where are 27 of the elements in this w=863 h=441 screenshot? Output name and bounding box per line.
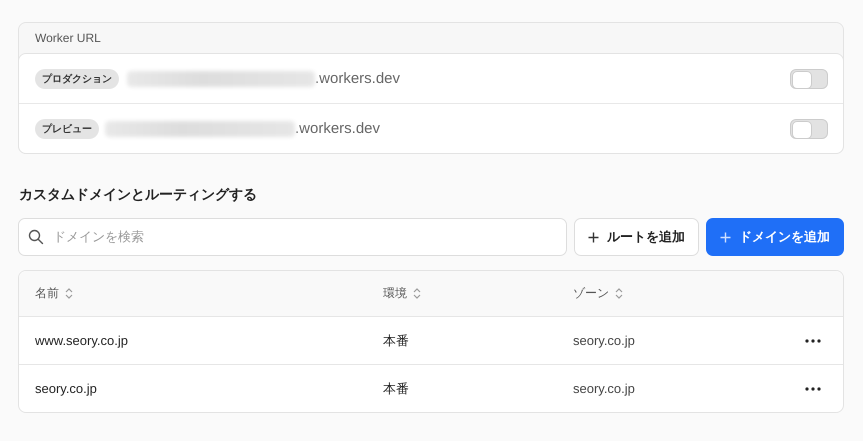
table-cell: seory.co.jp (573, 381, 635, 396)
table-cell: seory.co.jp (573, 333, 635, 348)
url-text: .workers.dev (295, 120, 380, 137)
plus-icon (588, 232, 599, 242)
sort-icon (413, 288, 421, 299)
environment-badge: プロダクション (35, 68, 119, 88)
url-text: .workers.dev (315, 70, 400, 87)
add-button[interactable]: ドメインを追加 (706, 218, 844, 256)
environment-badge: プレビュー (35, 118, 99, 138)
plus-icon (720, 232, 731, 242)
toggle-switch[interactable] (790, 68, 828, 88)
section-title: Worker URL (35, 31, 101, 45)
more-icon[interactable] (805, 338, 821, 342)
sort-icon (65, 288, 73, 299)
sort-icon (615, 288, 623, 299)
section-title: カスタムドメインとルーティングする (19, 186, 258, 204)
more-icon[interactable] (805, 386, 821, 390)
table-cell: 本番 (383, 380, 409, 398)
table-cell: www.seory.co.jp (35, 333, 128, 348)
column-header[interactable]: 名前 (35, 285, 383, 302)
toggle-switch[interactable] (790, 118, 828, 138)
table-cell: seory.co.jp (35, 381, 97, 396)
column-header[interactable]: 環境 (383, 285, 573, 302)
add-button[interactable]: ルートを追加 (574, 218, 699, 256)
column-header[interactable]: ゾーン (573, 285, 783, 302)
search-field[interactable]: ドメインを検索 (18, 218, 567, 256)
table-cell: 本番 (383, 332, 409, 350)
